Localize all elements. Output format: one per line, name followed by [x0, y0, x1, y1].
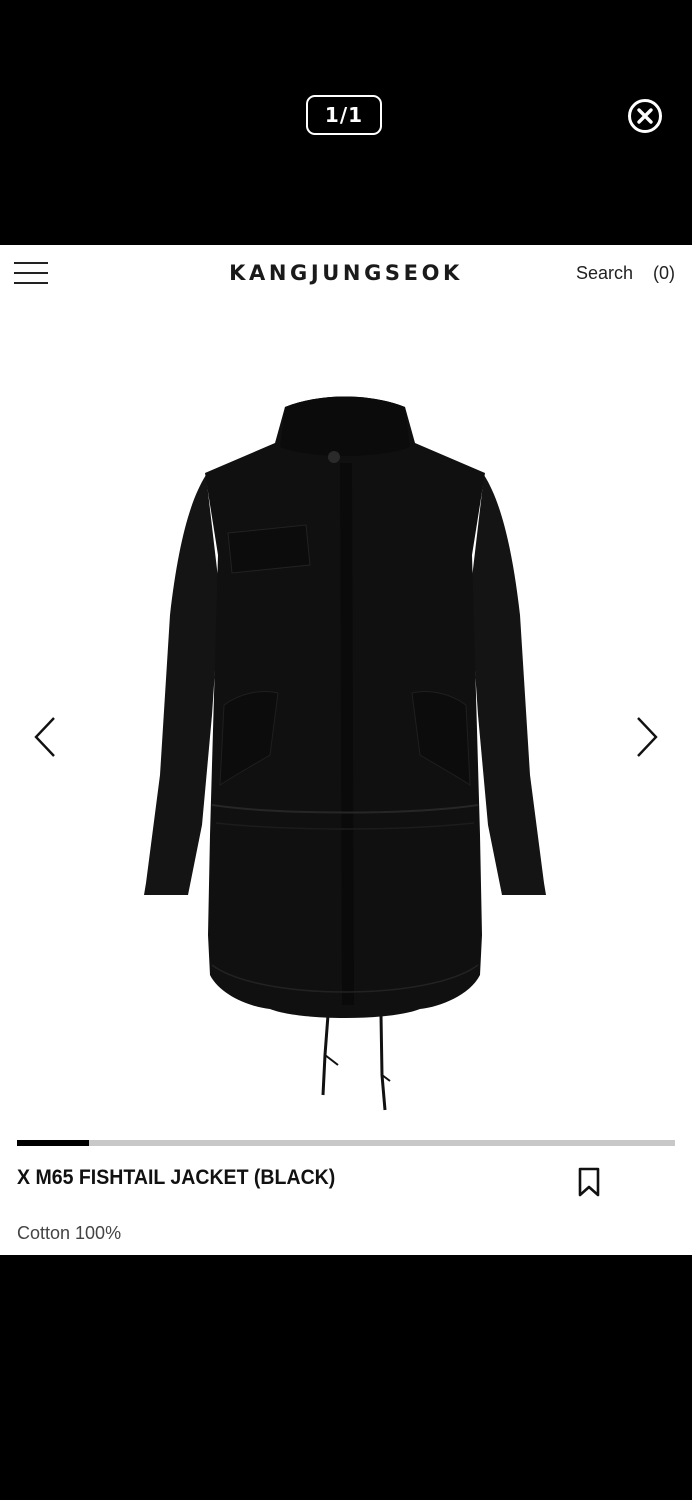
- viewer-top-bar: 1/1: [0, 0, 692, 245]
- page-counter: 1/1: [306, 95, 382, 135]
- product-page-screenshot: KANGJUNGSEOK Search (0) X M65 FISHTAIL J…: [0, 245, 692, 1255]
- search-link[interactable]: Search: [576, 263, 633, 284]
- bookmark-button[interactable]: [577, 1167, 601, 1197]
- close-button[interactable]: [627, 98, 663, 134]
- cart-link[interactable]: (0): [653, 263, 675, 284]
- previous-image-button[interactable]: [30, 715, 60, 759]
- brand-logo[interactable]: KANGJUNGSEOK: [196, 261, 496, 285]
- product-image: [144, 396, 546, 1111]
- viewer-bottom-area: [0, 1255, 692, 1500]
- gallery-progress-bar: [17, 1140, 675, 1146]
- close-circle-icon: [628, 99, 662, 133]
- product-title: X M65 FISHTAIL JACKET (BLACK): [17, 1166, 336, 1189]
- hamburger-menu-icon[interactable]: [14, 262, 48, 286]
- site-header: KANGJUNGSEOK Search (0): [0, 245, 692, 305]
- product-material: Cotton 100%: [17, 1223, 122, 1243]
- next-image-button[interactable]: [632, 715, 662, 759]
- chevron-right-icon: [637, 717, 658, 757]
- chevron-left-icon: [34, 717, 55, 757]
- gallery-progress-fill: [17, 1140, 90, 1146]
- bookmark-icon: [578, 1167, 600, 1197]
- image-viewer: 1/1 KANGJUNGSEOK Search (0) X M65 FISHTA…: [0, 0, 692, 1500]
